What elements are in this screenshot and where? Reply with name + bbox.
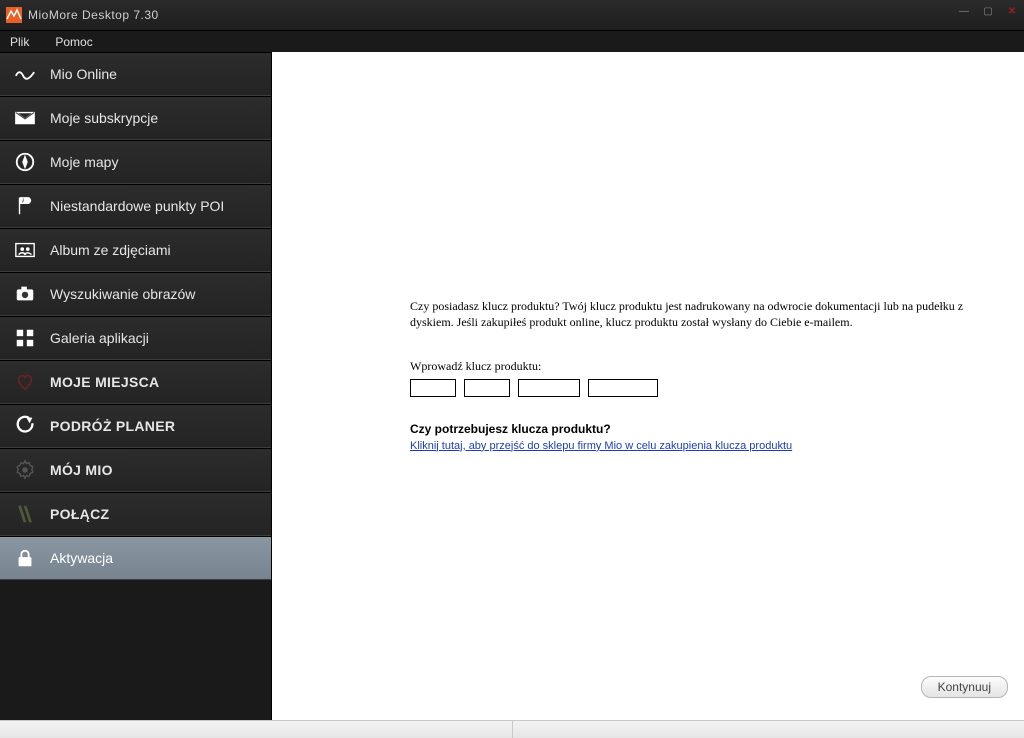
sidebar-item-subscriptions[interactable]: Moje subskrypcje (0, 96, 271, 140)
squiggle-icon (12, 61, 38, 87)
product-key-part-2[interactable] (464, 379, 510, 397)
sidebar-item-label: Galeria aplikacji (50, 330, 149, 346)
menu-help[interactable]: Pomoc (49, 33, 98, 51)
menu-file[interactable]: Plik (4, 33, 35, 51)
titlebar: MioMore Desktop 7.30 — ▢ ✕ (0, 0, 1024, 30)
route-arrow-icon (12, 413, 38, 439)
heart-icon (12, 369, 38, 395)
sidebar-item-label: Wyszukiwanie obrazów (50, 286, 195, 302)
sidebar-item-my-mio[interactable]: MÓJ MIO (0, 448, 271, 492)
sidebar-item-label: PODRÓŻ PLANER (50, 418, 175, 434)
continue-button[interactable]: Kontynuuj (921, 676, 1008, 698)
gear-icon (12, 457, 38, 483)
window-title: MioMore Desktop 7.30 (28, 8, 159, 22)
status-cell-left (0, 721, 513, 738)
sidebar-item-my-maps[interactable]: Moje mapy (0, 140, 271, 184)
product-key-part-3[interactable] (518, 379, 580, 397)
sidebar-item-label: Moje mapy (50, 154, 118, 170)
content-footer: Kontynuuj (921, 676, 1008, 698)
compass-icon (12, 149, 38, 175)
sidebar-item-label: Aktywacja (50, 550, 113, 566)
minimize-button[interactable]: — (956, 4, 972, 18)
sidebar-item-label: Album ze zdjęciami (50, 242, 171, 258)
sidebar: Mio Online Moje subskrypcje Moje mapy i … (0, 52, 272, 720)
activation-intro-text: Czy posiadasz klucz produktu? Twój klucz… (410, 298, 984, 330)
sidebar-item-mio-online[interactable]: Mio Online (0, 52, 271, 96)
sidebar-item-photo-album[interactable]: Album ze zdjęciami (0, 228, 271, 272)
window-controls: — ▢ ✕ (956, 4, 1020, 18)
activation-panel: Czy posiadasz klucz produktu? Twój klucz… (410, 298, 984, 454)
content-pane: Czy posiadasz klucz produktu? Twój klucz… (272, 52, 1024, 720)
statusbar (0, 720, 1024, 738)
envelope-icon (12, 105, 38, 131)
sidebar-empty (0, 580, 271, 720)
app-window: MioMore Desktop 7.30 — ▢ ✕ Plik Pomoc Mi… (0, 0, 1024, 738)
status-cell-right (513, 721, 1024, 738)
need-key-heading: Czy potrzebujesz klucza produktu? (410, 421, 984, 437)
sidebar-item-trip-planner[interactable]: PODRÓŻ PLANER (0, 404, 271, 448)
close-button[interactable]: ✕ (1004, 4, 1020, 18)
enter-key-label: Wprowadź klucz produktu: (410, 358, 984, 374)
maximize-button[interactable]: ▢ (980, 4, 996, 18)
sidebar-item-image-search[interactable]: Wyszukiwanie obrazów (0, 272, 271, 316)
info-flag-icon: i (12, 193, 38, 219)
sidebar-item-custom-poi[interactable]: i Niestandardowe punkty POI (0, 184, 271, 228)
sidebar-item-label: Mio Online (50, 66, 117, 82)
product-key-part-1[interactable] (410, 379, 456, 397)
sidebar-item-app-gallery[interactable]: Galeria aplikacji (0, 316, 271, 360)
sidebar-item-label: Moje subskrypcje (50, 110, 158, 126)
sidebar-item-label: Niestandardowe punkty POI (50, 198, 224, 214)
sidebar-item-label: POŁĄCZ (50, 506, 109, 522)
sidebar-item-label: MÓJ MIO (50, 462, 113, 478)
sidebar-item-my-places[interactable]: MOJE MIEJSCA (0, 360, 271, 404)
product-key-fields (410, 379, 984, 397)
app-icon (6, 7, 22, 23)
sidebar-item-connect[interactable]: POŁĄCZ (0, 492, 271, 536)
sidebar-item-activation[interactable]: Aktywacja (0, 536, 271, 580)
shop-link[interactable]: Kliknij tutaj, aby przejść do sklepu fir… (410, 439, 792, 454)
sync-slash-icon (12, 501, 38, 527)
menubar: Plik Pomoc (0, 30, 1024, 52)
lock-icon (12, 545, 38, 571)
sidebar-item-label: MOJE MIEJSCA (50, 374, 159, 390)
people-frame-icon (12, 237, 38, 263)
grid-icon (12, 325, 38, 351)
camera-icon (12, 281, 38, 307)
app-body: Mio Online Moje subskrypcje Moje mapy i … (0, 52, 1024, 720)
product-key-part-4[interactable] (588, 379, 658, 397)
